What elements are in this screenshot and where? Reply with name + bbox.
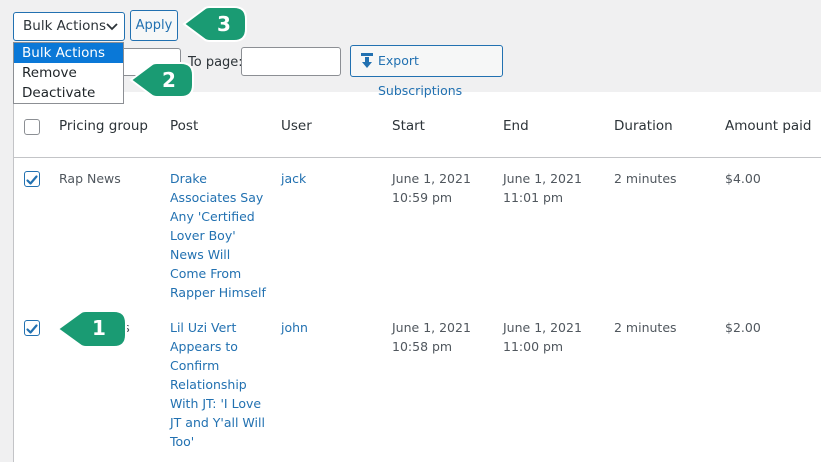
to-page-input[interactable] (241, 47, 341, 76)
row-checkbox[interactable] (24, 320, 40, 336)
apply-button[interactable]: Apply (130, 10, 178, 41)
export-subscriptions-button[interactable]: Export Subscriptions (350, 45, 503, 98)
row-end: June 1, 2021 11:01 pm (503, 171, 582, 205)
row-amount: $2.00 (725, 320, 761, 335)
option-deactivate[interactable]: Deactivate (14, 83, 123, 103)
callout-2: 2 (127, 59, 197, 101)
col-duration[interactable]: Duration (614, 118, 673, 134)
row-duration: 2 minutes (614, 320, 677, 335)
checkmark-icon (26, 324, 38, 334)
select-all-checkbox[interactable] (24, 119, 40, 135)
row-amount: $4.00 (725, 171, 761, 186)
checkmark-icon (26, 175, 38, 185)
col-post[interactable]: Post (170, 118, 198, 134)
row-start: June 1, 2021 10:58 pm (392, 320, 471, 354)
row-end: June 1, 2021 11:00 pm (503, 320, 582, 354)
row-post-link[interactable]: Lil Uzi Vert Appears to Confirm Relationsh… (170, 318, 275, 451)
bulk-actions-select[interactable]: Bulk Actions (13, 12, 125, 41)
row-start: June 1, 2021 10:59 pm (392, 171, 471, 205)
col-amount-paid[interactable]: Amount paid (725, 118, 812, 134)
option-bulk-actions[interactable]: Bulk Actions (14, 43, 123, 63)
col-end[interactable]: End (503, 118, 529, 134)
callout-1: 1 (54, 307, 130, 351)
col-pricing-group[interactable]: Pricing group (59, 118, 148, 134)
bulk-actions-dropdown: Bulk Actions Remove Deactivate (13, 42, 124, 104)
row-user-link[interactable]: jack (281, 169, 306, 188)
row-user-link[interactable]: john (281, 318, 308, 337)
row-checkbox[interactable] (24, 171, 40, 187)
option-remove[interactable]: Remove (14, 63, 123, 83)
table-row (24, 320, 40, 336)
download-icon (361, 53, 373, 68)
row-post-link[interactable]: Drake Associates Say Any 'Certified Lover … (170, 169, 270, 302)
col-start[interactable]: Start (392, 118, 425, 134)
row-duration: 2 minutes (614, 171, 677, 186)
chevron-down-icon (106, 23, 118, 31)
header-divider (13, 157, 821, 158)
subscriptions-table (13, 92, 821, 462)
callout-3: 3 (180, 3, 250, 45)
table-row (24, 171, 40, 187)
col-user[interactable]: User (281, 118, 312, 134)
row-pricing-group: Rap News (59, 171, 121, 186)
